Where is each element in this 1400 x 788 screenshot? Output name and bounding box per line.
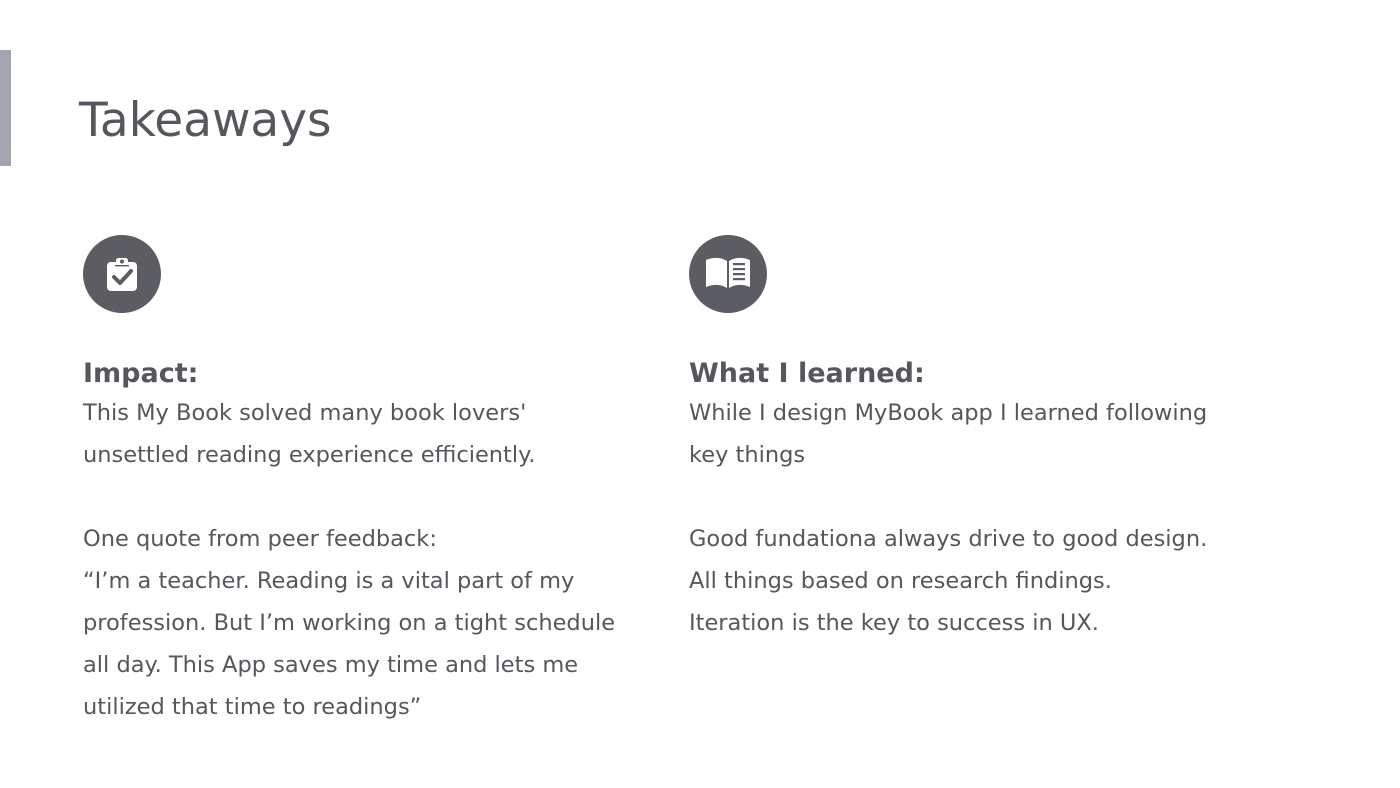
- quote-line: “I’m a teacher. Reading is a vital part …: [83, 568, 575, 594]
- open-book-icon: [689, 235, 767, 313]
- impact-section: Impact: This My Book solved many book lo…: [83, 235, 643, 728]
- quote-line: utilized that time to readings”: [83, 694, 422, 720]
- learned-intro: While I design MyBook app I learned foll…: [689, 392, 1249, 476]
- quote-line: profession. But I’m working on a tight s…: [83, 610, 616, 636]
- quote-label: One quote from peer feedback:: [83, 526, 437, 552]
- page-title: Takeaways: [79, 93, 332, 148]
- clipboard-check-icon: [83, 235, 161, 313]
- learned-point: Good fundationa always drive to good des…: [689, 526, 1208, 552]
- impact-intro-line: unsettled reading experience efficiently…: [83, 442, 536, 468]
- learned-intro-line: While I design MyBook app I learned foll…: [689, 400, 1208, 426]
- impact-heading: Impact:: [83, 358, 199, 389]
- learned-point: Iteration is the key to success in UX.: [689, 610, 1099, 636]
- impact-quote: One quote from peer feedback: “I’m a tea…: [83, 518, 643, 728]
- accent-bar: [0, 50, 11, 166]
- learned-points: Good fundationa always drive to good des…: [689, 518, 1249, 644]
- learned-point: All things based on research findings.: [689, 568, 1112, 594]
- learned-heading: What I learned:: [689, 358, 925, 389]
- quote-line: all day. This App saves my time and lets…: [83, 652, 579, 678]
- learned-intro-line: key things: [689, 442, 806, 468]
- impact-intro: This My Book solved many book lovers' un…: [83, 392, 643, 476]
- learned-section: What I learned: While I design MyBook ap…: [689, 235, 1249, 644]
- impact-intro-line: This My Book solved many book lovers': [83, 400, 527, 426]
